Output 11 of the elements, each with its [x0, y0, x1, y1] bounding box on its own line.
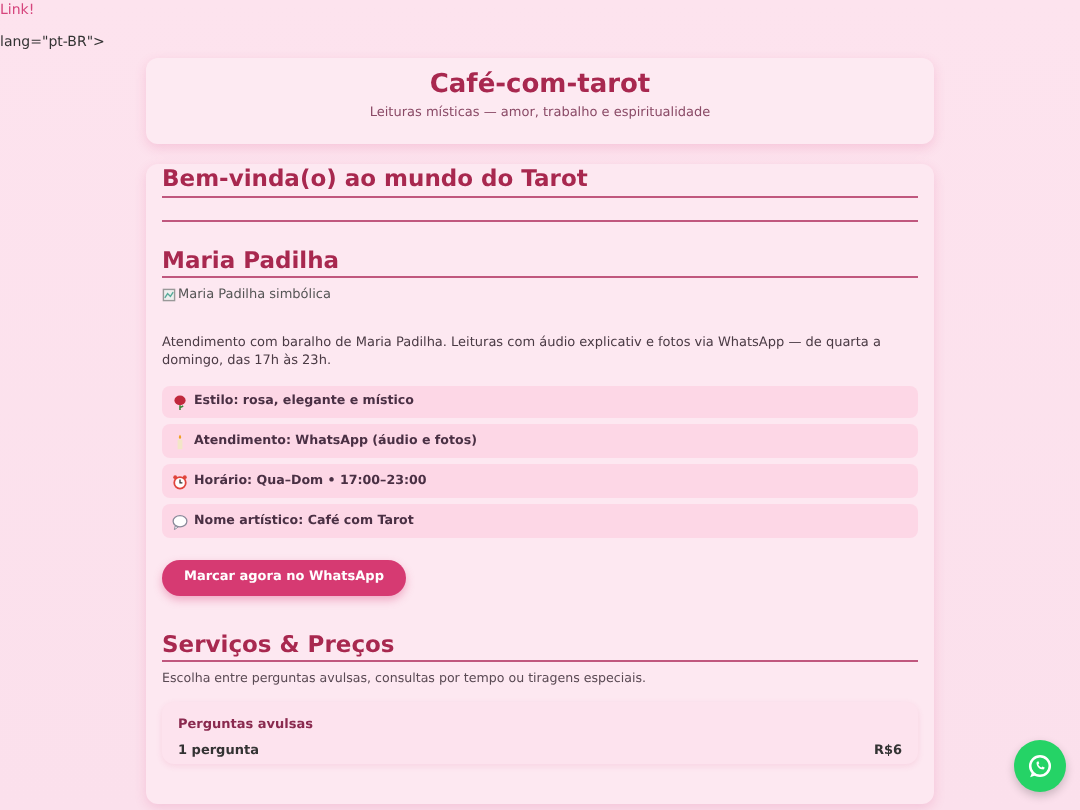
speech-bubble-icon — [172, 513, 188, 530]
site-title: Café-com-tarot — [429, 70, 651, 102]
section-heading: Serviços & Preços — [162, 632, 395, 659]
alarm-clock-icon — [172, 473, 188, 490]
chat-icon — [1026, 752, 1054, 780]
whatsapp-button[interactable] — [1014, 740, 1066, 792]
broken-image-icon — [162, 288, 176, 303]
rose-icon — [172, 393, 188, 410]
section-heading: Maria Padilha — [162, 247, 340, 274]
section-heading: Bem-vinda(o) ao mundo do Tarot — [162, 166, 588, 194]
candle-icon — [172, 433, 188, 450]
